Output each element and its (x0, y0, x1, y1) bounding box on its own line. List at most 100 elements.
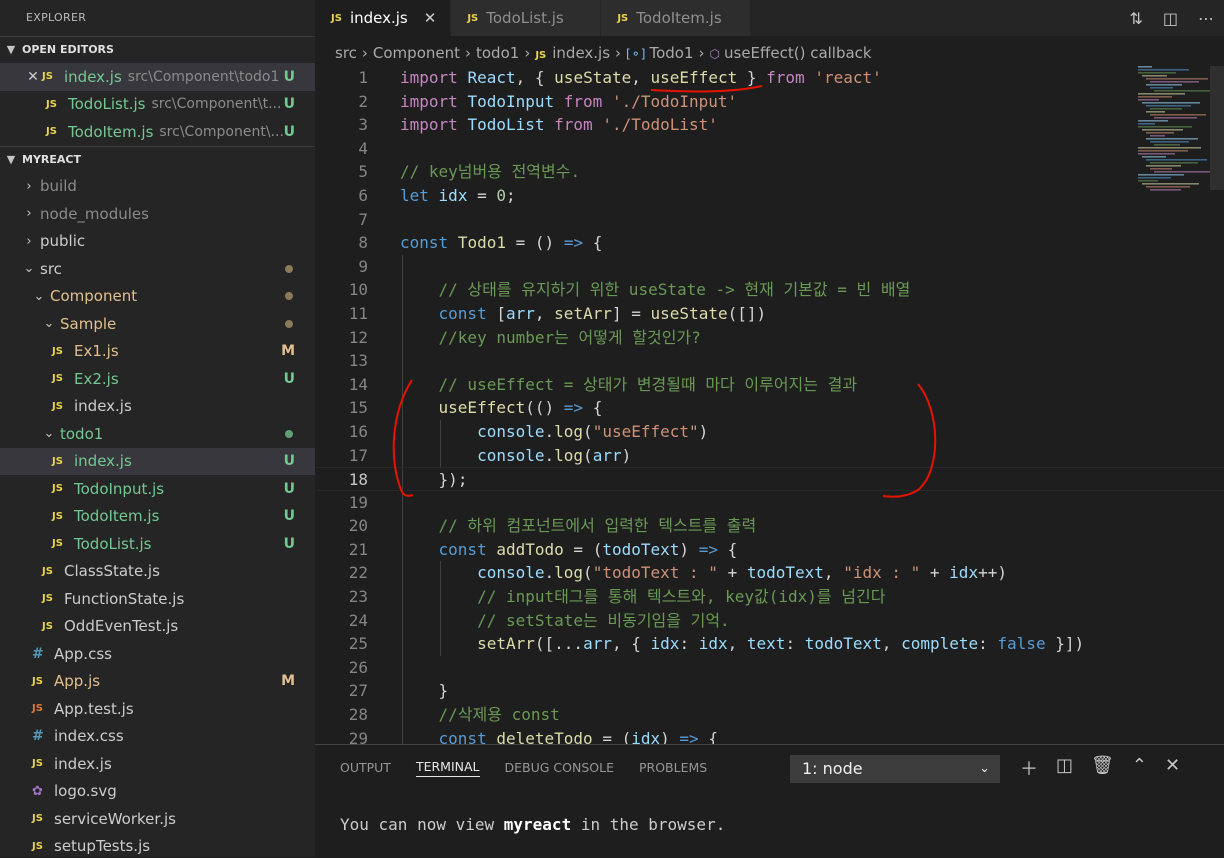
tree-file-index-css[interactable]: # index.css (0, 723, 315, 751)
code-line[interactable]: 25 setArr([...arr, { idx: idx, text: tod… (315, 632, 1224, 656)
close-icon[interactable]: ✕ (1165, 755, 1180, 781)
code-text: // input태그를 통해 텍스트와, key값(idx)를 넘긴다 (477, 587, 886, 607)
js-file-icon: JS (42, 565, 53, 577)
code-line[interactable]: 20 // 하위 컴포넌트에서 입력한 텍스트를 출력 (315, 514, 1224, 538)
modified-dot (285, 319, 293, 328)
open-editor-item[interactable]: JS TodoItem.js src\Component\... U (0, 118, 315, 146)
code-line[interactable]: 3 import TodoList from './TodoList' (315, 113, 1224, 137)
tree-file-setuptests[interactable]: JS setupTests.js (0, 833, 315, 858)
tree-file-todolist[interactable]: JS TodoList.js U (0, 530, 315, 558)
tree-file-ex1[interactable]: JS Ex1.js M (0, 338, 315, 366)
explorer-title: EXPLORER (26, 11, 87, 24)
tree-file-todoinput[interactable]: JS TodoInput.js U (0, 475, 315, 503)
tree-file-todoitem[interactable]: JS TodoItem.js U (0, 503, 315, 531)
tab-problems[interactable]: PROBLEMS (639, 760, 707, 777)
compare-icon[interactable]: ⇅ (1129, 9, 1142, 28)
tab-todolist-js[interactable]: JS TodoList.js (451, 0, 602, 36)
terminal-selector[interactable]: 1: node ⌄ (790, 755, 1000, 783)
code-line[interactable]: 13 (315, 349, 1224, 373)
code-line[interactable]: 19 (315, 490, 1224, 515)
breadcrumb-item[interactable]: src (335, 44, 357, 62)
tree-file-app-css[interactable]: # App.css (0, 640, 315, 668)
tree-file-ex2[interactable]: JS Ex2.js U (0, 365, 315, 393)
minimap-line (1150, 189, 1181, 191)
code-line[interactable]: 12 //key number는 어떻게 할것인가? (315, 325, 1224, 350)
tree-file-todo1-index[interactable]: JS index.js U (0, 447, 315, 475)
code-line[interactable]: 1 import React, { useState, useEffect } f… (315, 66, 1224, 90)
code-line[interactable]: 14 // useEffect = 상태가 변경될때 마다 이루어지는 결과 (315, 372, 1224, 397)
tree-file-logo[interactable]: ✿ logo.svg (0, 778, 315, 806)
breadcrumb-item[interactable]: useEffect() callback (724, 44, 872, 62)
tab-index-js[interactable]: JS index.js ✕ (315, 0, 452, 36)
code-line[interactable]: 29 const deleteTodo = (idx) => { (315, 726, 1224, 744)
tree-folder-build[interactable]: › build (0, 173, 315, 201)
tree-file-sample-index[interactable]: JS index.js (0, 393, 315, 421)
tree-folder-component[interactable]: ⌄ Component (0, 283, 315, 311)
breadcrumb-item[interactable]: todo1 (476, 44, 519, 62)
tree-file-app-js[interactable]: JS App.js M (0, 668, 315, 696)
tree-folder-todo1[interactable]: ⌄ todo1 (0, 420, 315, 448)
close-icon[interactable]: ✕ (24, 69, 42, 85)
open-editors-header[interactable]: ▼ OPEN EDITORS (0, 36, 315, 63)
tab-output[interactable]: OUTPUT (340, 760, 391, 777)
close-icon[interactable]: ✕ (424, 9, 437, 27)
tab-label: TodoItem.js (636, 9, 722, 27)
more-actions-icon[interactable]: ⋯ (1198, 9, 1214, 28)
terminal-output[interactable]: You can now view myreact in the browser. (340, 815, 725, 834)
code-line[interactable]: 17 console.log(arr) (315, 443, 1224, 468)
code-line[interactable]: 11 const [arr, setArr] = useState([]) (315, 301, 1224, 326)
tab-debug-console[interactable]: DEBUG CONSOLE (505, 760, 614, 777)
file-name: setupTests.js (54, 837, 151, 856)
breadcrumb-item[interactable]: Todo1 (649, 44, 693, 62)
code-line[interactable]: 7 (315, 208, 1224, 232)
code-line[interactable]: 10 // 상태를 유지하기 위한 useState -> 현재 기본값 = 빈… (315, 278, 1224, 302)
line-number: 9 (358, 256, 368, 276)
split-editor-icon[interactable]: ◫ (1163, 9, 1178, 28)
code-line[interactable]: 6 let idx = 0; (315, 184, 1224, 208)
tree-folder-node-modules[interactable]: › node_modules (0, 200, 315, 228)
code-line[interactable]: 4 (315, 137, 1224, 161)
tree-folder-public[interactable]: › public (0, 228, 315, 256)
code-line[interactable]: 28 //삭제용 const (315, 703, 1224, 727)
chevron-right-icon: › (26, 206, 32, 222)
code-line[interactable]: 26 (315, 655, 1224, 680)
code-line[interactable]: 2 import TodoInput from './TodoInput' (315, 90, 1224, 114)
breadcrumb: src › Component › todo1 › JS index.js › [⚬] Todo1 ›… (315, 36, 1224, 70)
code-editor[interactable]: 1 import React, { useState, useEffect } f… (315, 66, 1224, 744)
code-line[interactable]: 21 const addTodo = (todoText) => { (315, 537, 1224, 562)
tree-file-oddeventest[interactable]: JS OddEvenTest.js (0, 613, 315, 641)
breadcrumb-item[interactable]: index.js (552, 44, 610, 62)
open-editor-item[interactable]: JS TodoList.js src\Component\t... U (0, 91, 315, 119)
tree-file-app-test[interactable]: JS App.test.js (0, 695, 315, 723)
tree-folder-sample[interactable]: ⌄ Sample (0, 310, 315, 338)
code-line[interactable]: 18 }); (315, 467, 1224, 491)
code-line[interactable]: 24 // setState는 비동기임을 기억. (315, 608, 1224, 633)
code-line[interactable]: 15 useEffect(() => { (315, 396, 1224, 420)
new-terminal-icon[interactable]: ＋ (1020, 755, 1038, 781)
tree-file-index-js[interactable]: JS index.js (0, 750, 315, 778)
open-editors-label: OPEN EDITORS (22, 43, 114, 56)
code-line[interactable]: 23 // input태그를 통해 텍스트와, key값(idx)를 넘긴다 (315, 585, 1224, 609)
code-line[interactable]: 22 console.log("todoText : " + todoText,… (315, 561, 1224, 586)
minimap[interactable] (1138, 66, 1210, 196)
editor-scrollbar[interactable] (1210, 66, 1224, 190)
code-line[interactable]: 5 // key넘버용 전역변수. (315, 160, 1224, 184)
tab-todoitem-js[interactable]: JS TodoItem.js (601, 0, 752, 36)
code-line[interactable]: 16 console.log("useEffect") (315, 419, 1224, 444)
js-file-icon: JS (331, 12, 342, 24)
tree-file-classstate[interactable]: JS ClassState.js (0, 558, 315, 586)
open-editor-item[interactable]: ✕ JS index.js src\Component\todo1 U (0, 63, 315, 91)
breadcrumb-item[interactable]: Component (373, 44, 460, 62)
split-terminal-icon[interactable]: ◫ (1056, 755, 1073, 781)
tab-terminal[interactable]: TERMINAL (415, 759, 480, 777)
tree-file-serviceworker[interactable]: JS serviceWorker.js (0, 805, 315, 833)
code-line[interactable]: 27 } (315, 679, 1224, 704)
tree-file-functionstate[interactable]: JS FunctionState.js (0, 585, 315, 613)
tree-folder-src[interactable]: ⌄ src (0, 255, 315, 283)
code-line[interactable]: 8 const Todo1 = () => { (315, 231, 1224, 255)
project-header[interactable]: ▼ MYREACT (0, 145, 315, 173)
indent-guide (402, 254, 403, 279)
trash-icon[interactable]: 🗑 (1091, 755, 1114, 781)
code-line[interactable]: 9 (315, 254, 1224, 279)
chevron-up-icon[interactable]: ⌃ (1132, 755, 1147, 781)
